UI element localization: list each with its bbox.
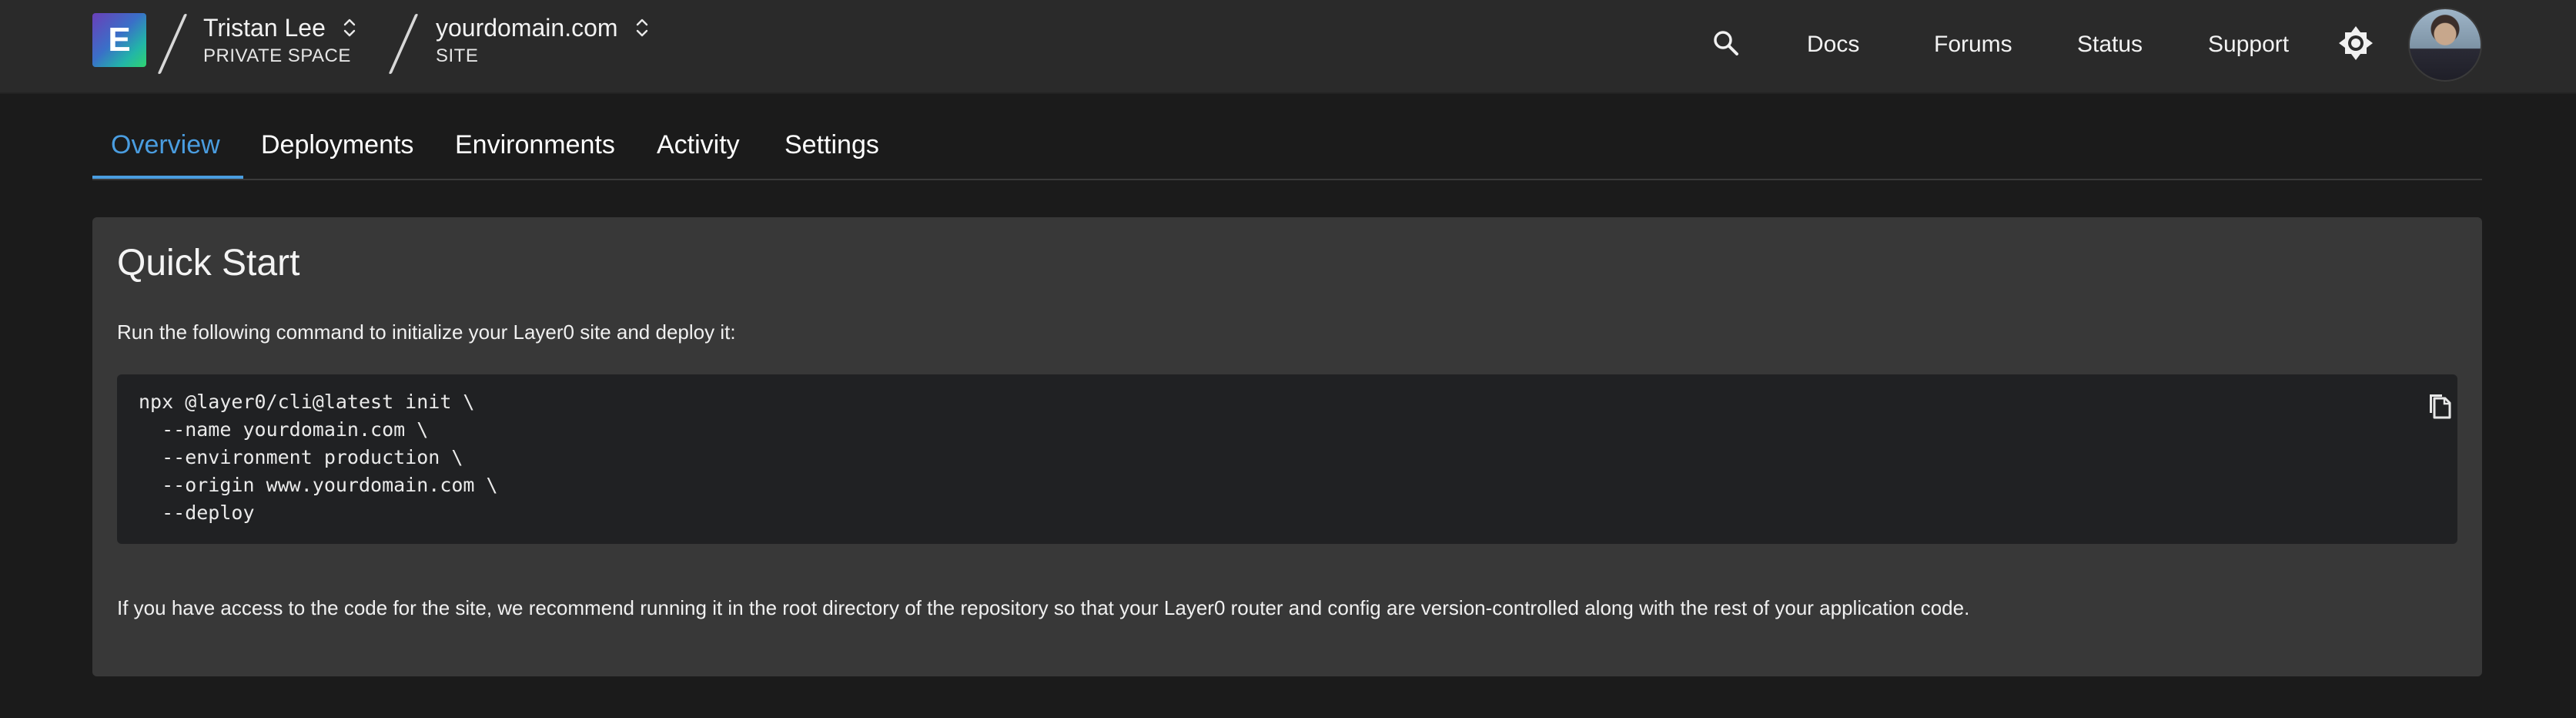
breadcrumb-separator <box>388 14 419 74</box>
site-name: yourdomain.com <box>436 14 618 42</box>
breadcrumb-separator <box>157 14 188 74</box>
code-snippet[interactable]: npx @layer0/cli@latest init \ --name you… <box>139 388 498 527</box>
unfold-icon[interactable] <box>635 17 649 39</box>
team-type: PRIVATE SPACE <box>203 45 351 66</box>
card-title: Quick Start <box>117 243 300 284</box>
unfold-icon[interactable] <box>343 17 356 39</box>
search-icon[interactable] <box>1711 28 1741 59</box>
tab-overview[interactable]: Overview <box>111 129 220 160</box>
code-line: npx @layer0/cli@latest init \ <box>139 391 475 413</box>
tab-deployments[interactable]: Deployments <box>261 129 413 160</box>
card-intro-text: Run the following command to initialize … <box>117 320 736 344</box>
code-block[interactable]: npx @layer0/cli@latest init \ --name you… <box>117 374 2457 544</box>
quick-start-card: Quick Start Run the following command to… <box>92 217 2482 676</box>
brightness-icon[interactable] <box>2337 25 2374 62</box>
code-line: --name yourdomain.com \ <box>139 418 429 441</box>
nav-link-support[interactable]: Support <box>2208 29 2289 60</box>
tab-activity[interactable]: Activity <box>657 129 740 160</box>
team-logo[interactable]: E <box>92 13 146 67</box>
site-switcher[interactable]: yourdomain.com SITE <box>436 12 649 68</box>
nav-link-docs[interactable]: Docs <box>1807 29 1859 60</box>
tab-settings[interactable]: Settings <box>785 129 879 160</box>
top-bar: E Tristan Lee PRIVATE SPACE yourdomain.c… <box>0 0 2576 94</box>
nav-link-status[interactable]: Status <box>2077 29 2143 60</box>
site-type: SITE <box>436 45 479 66</box>
team-switcher[interactable]: Tristan Lee PRIVATE SPACE <box>203 12 356 68</box>
active-tab-indicator <box>92 176 243 179</box>
site-tabs: Overview Deployments Environments Activi… <box>92 116 2482 180</box>
code-line: --deploy <box>139 502 255 524</box>
tab-environments[interactable]: Environments <box>455 129 615 160</box>
team-name: Tristan Lee <box>203 14 326 42</box>
card-note-text: If you have access to the code for the s… <box>117 596 1970 619</box>
team-logo-letter: E <box>108 21 131 59</box>
code-line: --environment production \ <box>139 446 463 468</box>
copy-icon[interactable] <box>2424 390 2454 421</box>
user-avatar[interactable] <box>2408 8 2482 82</box>
nav-link-forums[interactable]: Forums <box>1934 29 2012 60</box>
code-line: --origin www.yourdomain.com \ <box>139 474 498 496</box>
